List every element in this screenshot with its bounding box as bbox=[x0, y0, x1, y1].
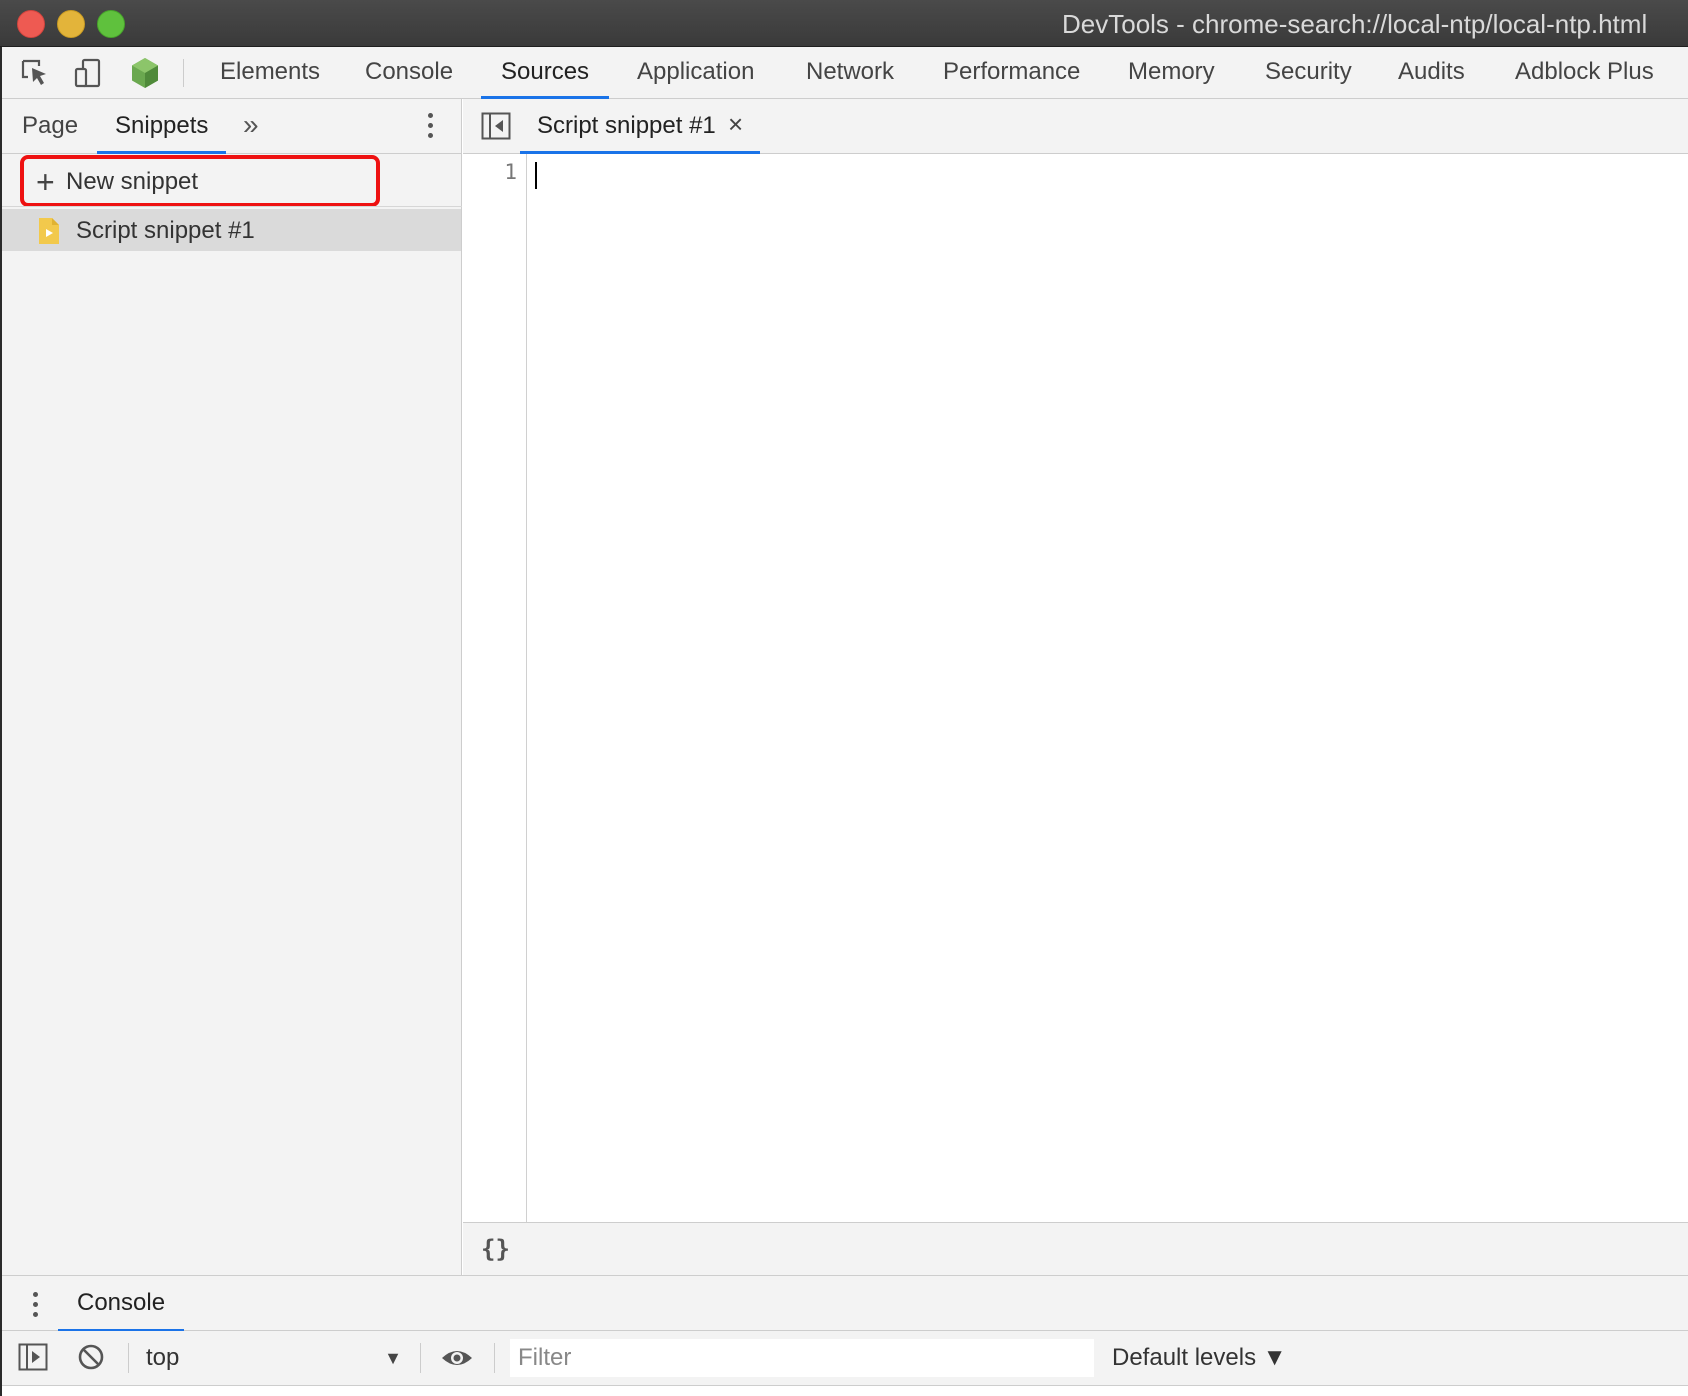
new-snippet-button[interactable]: + New snippet bbox=[20, 155, 380, 207]
tab-page[interactable]: Page bbox=[4, 99, 96, 153]
pretty-print-button[interactable]: {} bbox=[481, 1235, 510, 1263]
device-toolbar-icon[interactable] bbox=[72, 57, 104, 89]
line-number-gutter: 1 bbox=[463, 154, 527, 1222]
drawer-menu-icon[interactable] bbox=[26, 1288, 46, 1322]
text-cursor bbox=[535, 162, 537, 189]
log-levels-dropdown[interactable]: Default levels ▼ bbox=[1112, 1344, 1287, 1372]
tab-network[interactable]: Network bbox=[786, 47, 914, 98]
more-tabs-icon[interactable]: » bbox=[243, 111, 259, 139]
navigator-divider bbox=[0, 206, 462, 207]
tab-performance[interactable]: Performance bbox=[923, 47, 1100, 98]
snippet-file-item[interactable]: Script snippet #1 bbox=[0, 209, 461, 251]
filter-input[interactable] bbox=[510, 1339, 1094, 1377]
navigator-panel: Page Snippets » + New snippet Script sni… bbox=[0, 99, 462, 1275]
tab-security[interactable]: Security bbox=[1245, 47, 1372, 98]
toolbar-separator bbox=[183, 59, 184, 87]
window-edge bbox=[0, 47, 2, 1396]
drawer-tab-strip: Console bbox=[0, 1275, 1688, 1332]
title-bar: DevTools - chrome-search://local-ntp/loc… bbox=[0, 0, 1688, 47]
devtools-window: DevTools - chrome-search://local-ntp/loc… bbox=[0, 0, 1688, 1396]
editor-file-tab[interactable]: Script snippet #1 × bbox=[520, 99, 760, 154]
plus-icon: + bbox=[36, 164, 55, 200]
drawer-tab-console[interactable]: Console bbox=[58, 1276, 184, 1332]
code-editor[interactable]: 1 bbox=[463, 154, 1688, 1222]
minimize-window-button[interactable] bbox=[57, 10, 85, 38]
line-number: 1 bbox=[504, 160, 517, 184]
eye-icon[interactable] bbox=[440, 1346, 474, 1375]
close-tab-icon[interactable]: × bbox=[728, 110, 743, 138]
window-title: DevTools - chrome-search://local-ntp/loc… bbox=[1062, 9, 1648, 39]
new-snippet-label: New snippet bbox=[66, 168, 199, 195]
tab-adblock-plus[interactable]: Adblock Plus bbox=[1495, 47, 1674, 98]
tab-sources[interactable]: Sources bbox=[481, 47, 610, 99]
main-toolbar: Elements Console Sources Application Net… bbox=[0, 47, 1688, 99]
editor-footer: {} bbox=[463, 1222, 1688, 1275]
tab-memory[interactable]: Memory bbox=[1108, 47, 1235, 98]
snippet-file-label: Script snippet #1 bbox=[76, 217, 255, 244]
console-toolbar: top ▼ Default levels ▼ bbox=[0, 1331, 1688, 1386]
show-sidebar-icon[interactable] bbox=[18, 1343, 48, 1376]
chevron-down-icon: ▼ bbox=[384, 1348, 402, 1368]
maximize-window-button[interactable] bbox=[97, 10, 125, 38]
nodejs-icon[interactable] bbox=[129, 57, 161, 89]
navigator-menu-icon[interactable] bbox=[420, 109, 440, 143]
inspect-element-icon[interactable] bbox=[19, 57, 51, 89]
console-separator bbox=[494, 1343, 495, 1373]
context-value: top bbox=[146, 1344, 180, 1371]
tab-elements[interactable]: Elements bbox=[200, 47, 340, 98]
execution-context-select[interactable]: top ▼ bbox=[128, 1339, 408, 1377]
navigator-tabs: Page Snippets » bbox=[0, 99, 462, 154]
tab-console[interactable]: Console bbox=[345, 47, 473, 98]
drawer-tab-label: Console bbox=[77, 1289, 166, 1316]
close-window-button[interactable] bbox=[17, 10, 45, 38]
tab-audits[interactable]: Audits bbox=[1378, 47, 1485, 98]
toggle-navigator-icon[interactable] bbox=[481, 112, 511, 145]
clear-console-icon[interactable] bbox=[77, 1343, 105, 1376]
editor-tab-strip: Script snippet #1 × bbox=[463, 99, 1688, 154]
tab-application[interactable]: Application bbox=[617, 47, 774, 98]
console-separator bbox=[420, 1343, 421, 1373]
editor-file-tab-label: Script snippet #1 bbox=[537, 112, 716, 139]
tab-snippets[interactable]: Snippets bbox=[97, 99, 227, 154]
snippet-file-icon bbox=[38, 217, 60, 250]
